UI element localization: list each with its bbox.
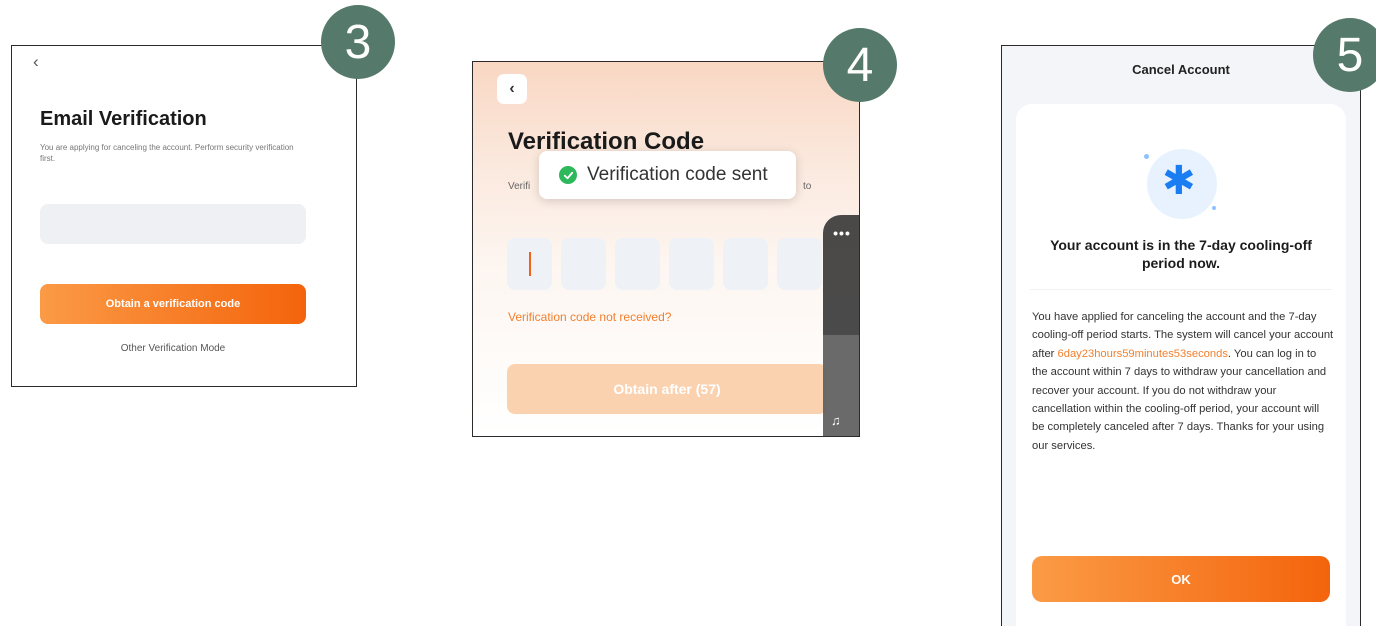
page-description: You are applying for canceling the accou… <box>40 143 294 163</box>
step-badge-3: 3 <box>321 5 395 79</box>
cancel-account-screen: Cancel Account ✱ Your account is in the … <box>1001 45 1361 626</box>
toast-message: Verification code sent <box>587 164 768 185</box>
obtain-after-button[interactable]: Obtain after (57) <box>507 364 827 414</box>
email-field[interactable] <box>40 204 306 244</box>
snowflake-icon: ✱ <box>1162 158 1196 204</box>
subtitle-text: Verifi <box>508 181 531 192</box>
code-not-received-link[interactable]: Verification code not received? <box>508 310 671 324</box>
back-icon: ‹ <box>509 80 515 97</box>
verification-code-screen: ‹ Verification Code Verifi to Verificati… <box>472 61 860 437</box>
ok-button[interactable]: OK <box>1032 556 1330 602</box>
check-circle-icon <box>559 166 577 184</box>
more-icon[interactable]: ••• <box>823 225 859 241</box>
code-digit-input[interactable] <box>561 238 606 290</box>
back-icon[interactable]: ‹ <box>33 52 39 72</box>
countdown-text: 6day23hours59minutes53seconds <box>1057 347 1228 360</box>
decor-dot <box>1212 206 1216 210</box>
divider <box>1030 289 1332 290</box>
other-verification-mode-link[interactable]: Other Verification Mode <box>40 343 306 354</box>
cooling-off-card: ✱ Your account is in the 7-day cooling-o… <box>1016 104 1346 626</box>
code-digit-input[interactable] <box>723 238 768 290</box>
back-button[interactable]: ‹ <box>497 74 527 104</box>
email-verification-screen: ‹ Email Verification You are applying fo… <box>11 45 357 387</box>
step-badge-4: 4 <box>823 28 897 102</box>
sidebar-lower-section <box>823 335 859 436</box>
page-title: Email Verification <box>40 108 207 130</box>
body-text-end: . You can log in to the account within 7… <box>1032 347 1327 452</box>
code-input-group <box>507 238 822 290</box>
code-digit-input[interactable] <box>615 238 660 290</box>
floating-sidebar[interactable]: ••• ♫ <box>823 215 859 436</box>
decor-dot <box>1144 154 1149 159</box>
cooling-off-description: You have applied for canceling the accou… <box>1032 308 1334 455</box>
code-digit-input[interactable] <box>507 238 552 290</box>
text-cursor <box>529 252 531 276</box>
code-digit-input[interactable] <box>777 238 822 290</box>
music-icon[interactable]: ♫ <box>831 413 841 428</box>
snowflake-illustration: ✱ <box>1144 146 1220 222</box>
subtitle-text-end: to <box>803 181 812 192</box>
obtain-code-button[interactable]: Obtain a verification code <box>40 284 306 324</box>
header-title: Cancel Account <box>1132 62 1230 77</box>
code-digit-input[interactable] <box>669 238 714 290</box>
toast-notification: Verification code sent <box>539 151 796 199</box>
cooling-off-headline: Your account is in the 7-day cooling-off… <box>1050 237 1312 271</box>
